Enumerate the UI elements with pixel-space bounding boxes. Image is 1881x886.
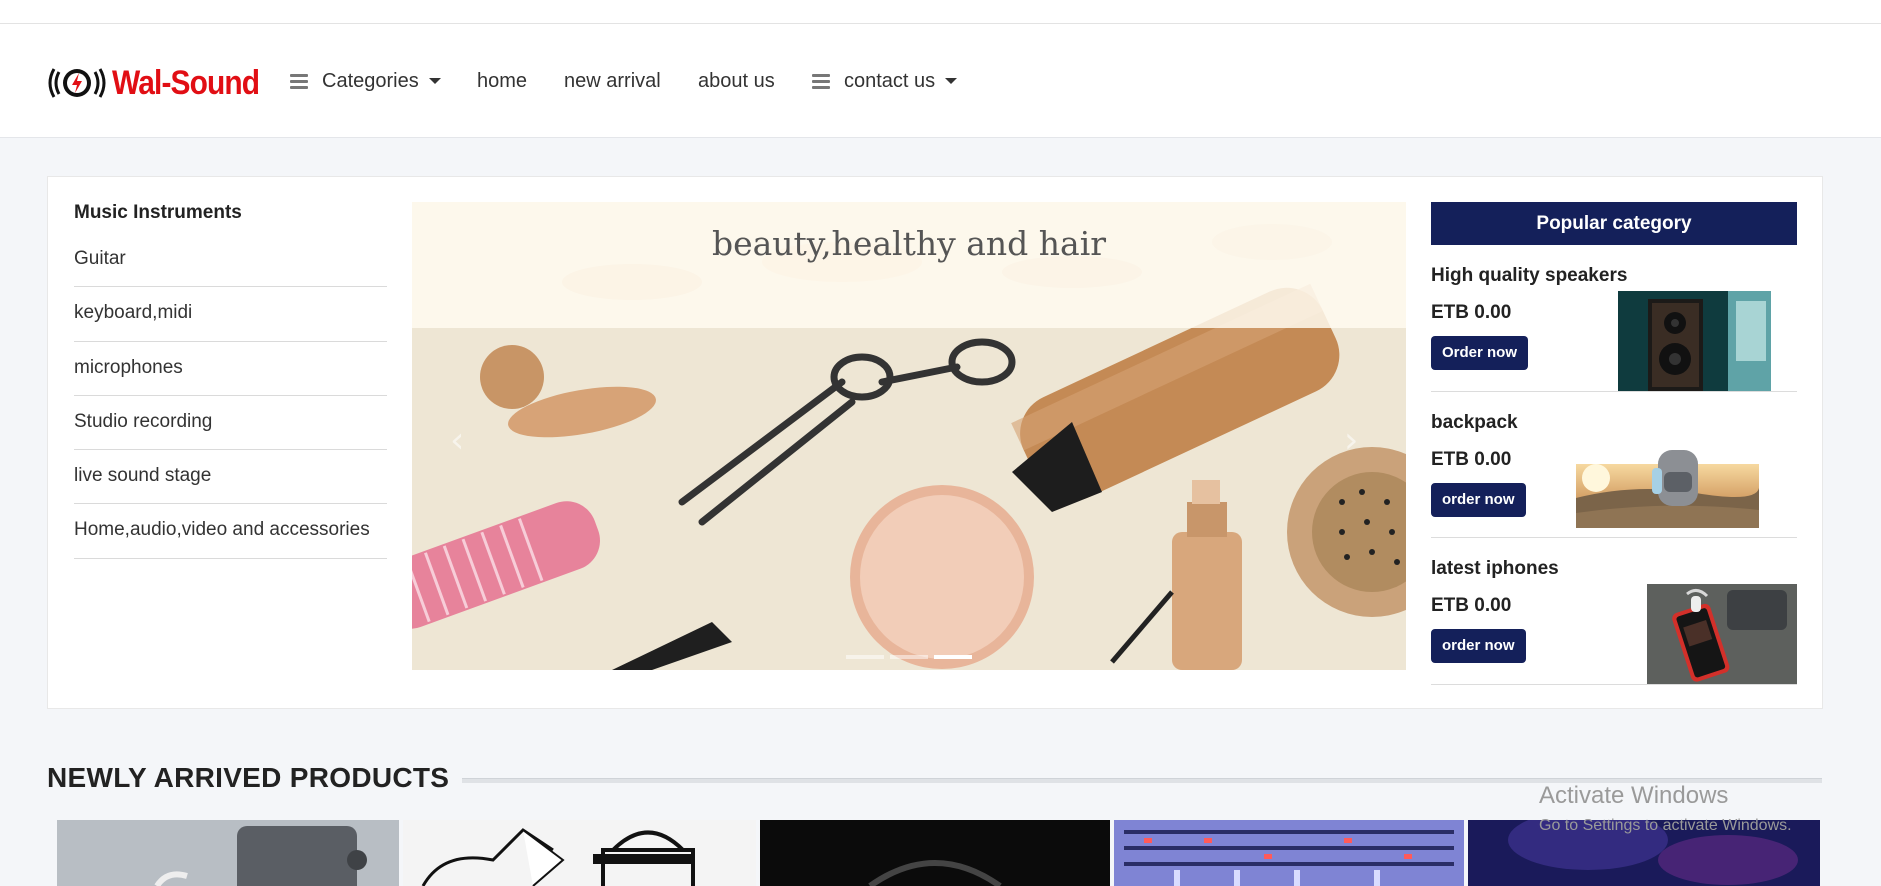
- product-card[interactable]: [403, 820, 756, 886]
- brand-logo[interactable]: Wal-Sound: [48, 61, 279, 105]
- product-card[interactable]: [760, 820, 1110, 886]
- hamburger-icon: [812, 71, 830, 92]
- nav-new-arrival-label: new arrival: [564, 69, 661, 92]
- nav-contact-label: contact us: [844, 69, 936, 92]
- speaker-logo-icon: [48, 68, 106, 98]
- iphone-image[interactable]: [1647, 584, 1797, 684]
- hamburger-icon: [290, 71, 308, 92]
- popular-category-panel: Popular category High quality speakers E…: [1431, 202, 1797, 685]
- sidebar-item-microphones[interactable]: microphones: [74, 342, 387, 396]
- sidebar-item-home-audio-video[interactable]: Home,audio,video and accessories: [74, 504, 387, 559]
- popular-item-name: High quality speakers: [1431, 265, 1628, 286]
- newly-arrived-title: NEWLY ARRIVED PRODUCTS: [47, 762, 450, 793]
- nav-about-us[interactable]: about us: [698, 24, 775, 138]
- popular-item: latest iphones ETB 0.00 order now: [1431, 538, 1797, 685]
- activate-windows-hint: Go to Settings to activate Windows.: [1539, 817, 1792, 834]
- sidebar-category-list: Guitar keyboard,midi microphones Studio …: [74, 233, 387, 559]
- chevron-right-icon[interactable]: ›: [1344, 420, 1358, 461]
- popular-item: backpack ETB 0.00 order now: [1431, 392, 1797, 538]
- headphones-image: [760, 820, 1110, 886]
- popular-item-price: ETB 0.00: [1431, 595, 1512, 616]
- activate-windows-watermark: Activate Windows: [1539, 782, 1729, 809]
- popular-item-name: backpack: [1431, 411, 1518, 433]
- sidebar-item-live-sound-stage[interactable]: live sound stage: [74, 450, 387, 505]
- speaker-image[interactable]: [1618, 291, 1771, 391]
- nav-home-label: home: [477, 69, 528, 92]
- product-card[interactable]: [1114, 820, 1464, 886]
- carousel-indicator[interactable]: [890, 655, 928, 659]
- nav-home[interactable]: home: [477, 24, 527, 138]
- popular-item: High quality speakers ETB 0.00 Order now: [1431, 245, 1797, 392]
- popular-item-price: ETB 0.00: [1431, 448, 1512, 470]
- chevron-left-icon[interactable]: ‹: [450, 420, 464, 461]
- nav-about-label: about us: [698, 69, 775, 92]
- order-now-button[interactable]: order now: [1431, 482, 1526, 517]
- navbar: Wal-Sound Categories home new arrival ab…: [0, 24, 1881, 138]
- hero-card: Music Instruments Guitar keyboard,midi m…: [47, 176, 1823, 709]
- mixing-console-image: [1114, 820, 1464, 886]
- nav-categories-label: Categories: [322, 69, 419, 92]
- slide-caption-band: [412, 202, 1406, 328]
- sidebar-item-keyboard-midi[interactable]: keyboard,midi: [74, 287, 387, 342]
- caret-down-icon: [428, 78, 441, 84]
- nav-new-arrival[interactable]: new arrival: [564, 24, 661, 138]
- laptop-earbuds-image: [57, 820, 399, 886]
- nav-categories[interactable]: Categories: [290, 24, 441, 138]
- carousel-indicator[interactable]: [846, 655, 884, 659]
- order-now-button[interactable]: order now: [1431, 629, 1526, 663]
- product-card[interactable]: [57, 820, 399, 886]
- sidebar-title: Music Instruments: [74, 202, 242, 223]
- caret-down-icon: [945, 78, 958, 84]
- popular-category-title: Popular category: [1431, 202, 1797, 245]
- top-strip: [0, 0, 1881, 24]
- carousel-indicator-active[interactable]: [934, 655, 972, 659]
- carousel-indicators: [846, 655, 972, 659]
- slide-caption: beauty,healthy and hair: [711, 224, 1107, 263]
- popular-item-price: ETB 0.00: [1431, 302, 1512, 323]
- sidebar-item-guitar[interactable]: Guitar: [74, 233, 387, 288]
- brand-name: Wal-Sound: [112, 63, 260, 102]
- nav-contact-us[interactable]: contact us: [812, 24, 958, 138]
- shopping-bags-sketch-image: [403, 820, 756, 886]
- sidebar-item-studio-recording[interactable]: Studio recording: [74, 396, 387, 451]
- order-now-button[interactable]: Order now: [1431, 336, 1529, 370]
- popular-item-name: latest iphones: [1431, 558, 1559, 579]
- backpack-image[interactable]: [1576, 437, 1759, 528]
- hero-carousel[interactable]: beauty,healthy and hair ‹ ›: [412, 202, 1406, 670]
